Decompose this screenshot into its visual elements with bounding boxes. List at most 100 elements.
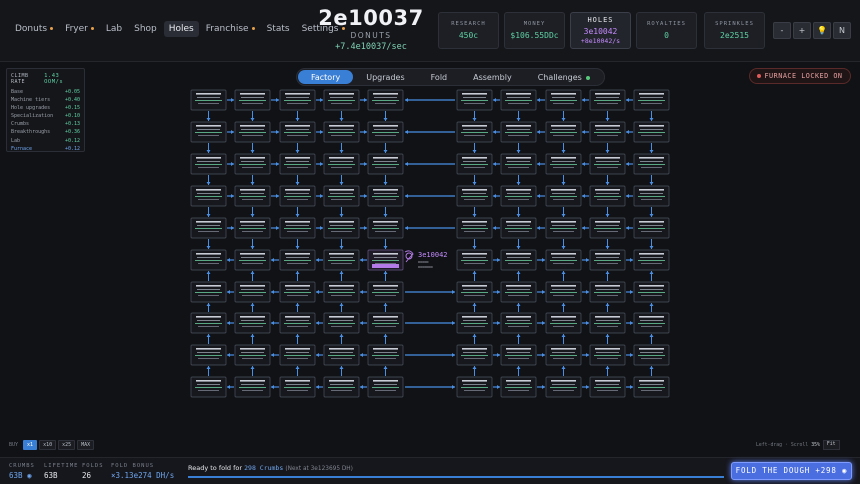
machine-card[interactable] xyxy=(633,217,670,239)
fold-dough-button[interactable]: FOLD THE DOUGH +298 ◉ xyxy=(731,462,852,480)
machine-card[interactable] xyxy=(367,312,404,334)
machine-card[interactable] xyxy=(500,185,537,207)
machine-card[interactable] xyxy=(190,376,227,398)
machine-card[interactable] xyxy=(323,344,360,366)
machine-card[interactable] xyxy=(545,249,582,271)
machine-card[interactable] xyxy=(500,153,537,175)
machine-card[interactable] xyxy=(190,153,227,175)
machine-card[interactable] xyxy=(190,121,227,143)
machine-card[interactable] xyxy=(500,281,537,303)
machine-card[interactable] xyxy=(279,376,316,398)
machine-card[interactable] xyxy=(633,249,670,271)
machine-card[interactable] xyxy=(234,121,271,143)
nav-holes[interactable]: Holes xyxy=(163,21,199,37)
buy-x1-button[interactable]: x1 xyxy=(23,440,38,450)
machine-card[interactable] xyxy=(456,376,493,398)
machine-card[interactable] xyxy=(456,249,493,271)
machine-card[interactable] xyxy=(633,121,670,143)
machine-card[interactable] xyxy=(279,153,316,175)
buy-x25-button[interactable]: x25 xyxy=(58,440,76,450)
machine-card[interactable] xyxy=(234,281,271,303)
machine-card[interactable] xyxy=(190,249,227,271)
machine-card[interactable] xyxy=(367,121,404,143)
nav-donuts[interactable]: Donuts xyxy=(10,21,58,37)
machine-card[interactable] xyxy=(190,89,227,111)
machine-card[interactable] xyxy=(190,217,227,239)
machine-card[interactable] xyxy=(456,312,493,334)
machine-card[interactable] xyxy=(367,217,404,239)
machine-card[interactable] xyxy=(545,217,582,239)
machine-card[interactable] xyxy=(589,121,626,143)
nav-franchise[interactable]: Franchise xyxy=(201,21,260,37)
machine-card[interactable] xyxy=(633,89,670,111)
machine-card[interactable] xyxy=(367,281,404,303)
machine-card[interactable] xyxy=(323,153,360,175)
tab-assembly[interactable]: Assembly xyxy=(460,70,525,84)
machine-card[interactable] xyxy=(323,121,360,143)
buy-x10-button[interactable]: x10 xyxy=(39,440,57,450)
machine-card[interactable] xyxy=(589,249,626,271)
furnace-locked-badge[interactable]: FURNACE LOCKED ON xyxy=(749,68,851,84)
lightbulb-icon[interactable]: 💡 xyxy=(813,22,831,39)
machine-card[interactable] xyxy=(190,281,227,303)
machine-card[interactable] xyxy=(545,121,582,143)
machine-card[interactable] xyxy=(500,217,537,239)
machine-card[interactable] xyxy=(279,312,316,334)
machine-card[interactable] xyxy=(545,153,582,175)
machine-card[interactable] xyxy=(234,312,271,334)
machine-card[interactable] xyxy=(456,344,493,366)
machine-card[interactable] xyxy=(234,153,271,175)
machine-card[interactable] xyxy=(456,185,493,207)
machine-card[interactable] xyxy=(234,376,271,398)
zoom-in-button[interactable]: + xyxy=(793,22,811,39)
nav-fryer[interactable]: Fryer xyxy=(60,21,99,37)
machine-card[interactable] xyxy=(545,89,582,111)
buy-max-button[interactable]: MAX xyxy=(77,440,95,450)
machine-card[interactable] xyxy=(589,376,626,398)
machine-card[interactable] xyxy=(323,185,360,207)
machine-card[interactable] xyxy=(589,153,626,175)
nav-shop[interactable]: Shop xyxy=(129,21,162,37)
nav-lab[interactable]: Lab xyxy=(101,21,127,37)
machine-card[interactable] xyxy=(190,185,227,207)
machine-card[interactable] xyxy=(367,249,404,271)
machine-card[interactable] xyxy=(589,185,626,207)
machine-card[interactable] xyxy=(367,185,404,207)
machine-card[interactable] xyxy=(323,376,360,398)
machine-card[interactable] xyxy=(323,312,360,334)
tab-fold[interactable]: Fold xyxy=(418,70,461,84)
machine-card[interactable] xyxy=(279,89,316,111)
machine-card[interactable] xyxy=(545,281,582,303)
machine-card[interactable] xyxy=(545,376,582,398)
machine-card[interactable] xyxy=(279,121,316,143)
machine-card[interactable] xyxy=(500,121,537,143)
machine-card[interactable] xyxy=(279,217,316,239)
machine-card[interactable] xyxy=(323,217,360,239)
machine-card[interactable] xyxy=(234,249,271,271)
machine-card[interactable] xyxy=(633,312,670,334)
machine-card[interactable] xyxy=(367,153,404,175)
machine-card[interactable] xyxy=(633,376,670,398)
machine-card[interactable] xyxy=(633,185,670,207)
machine-card[interactable] xyxy=(279,344,316,366)
nav-stats[interactable]: Stats xyxy=(262,21,295,37)
machine-card[interactable] xyxy=(589,217,626,239)
machine-card[interactable] xyxy=(367,344,404,366)
machine-card[interactable] xyxy=(456,217,493,239)
machine-card[interactable] xyxy=(323,249,360,271)
machine-card[interactable] xyxy=(279,185,316,207)
machine-card[interactable] xyxy=(367,89,404,111)
machine-card[interactable] xyxy=(589,312,626,334)
machine-card[interactable] xyxy=(367,376,404,398)
machine-card[interactable] xyxy=(190,344,227,366)
machine-card[interactable] xyxy=(190,312,227,334)
zoom-out-button[interactable]: - xyxy=(773,22,791,39)
machine-card[interactable] xyxy=(323,89,360,111)
machine-card[interactable] xyxy=(234,89,271,111)
machine-card[interactable] xyxy=(500,89,537,111)
machine-card[interactable] xyxy=(633,344,670,366)
machine-card[interactable] xyxy=(323,281,360,303)
machine-card[interactable] xyxy=(279,281,316,303)
machine-card[interactable] xyxy=(456,281,493,303)
machine-card[interactable] xyxy=(545,312,582,334)
